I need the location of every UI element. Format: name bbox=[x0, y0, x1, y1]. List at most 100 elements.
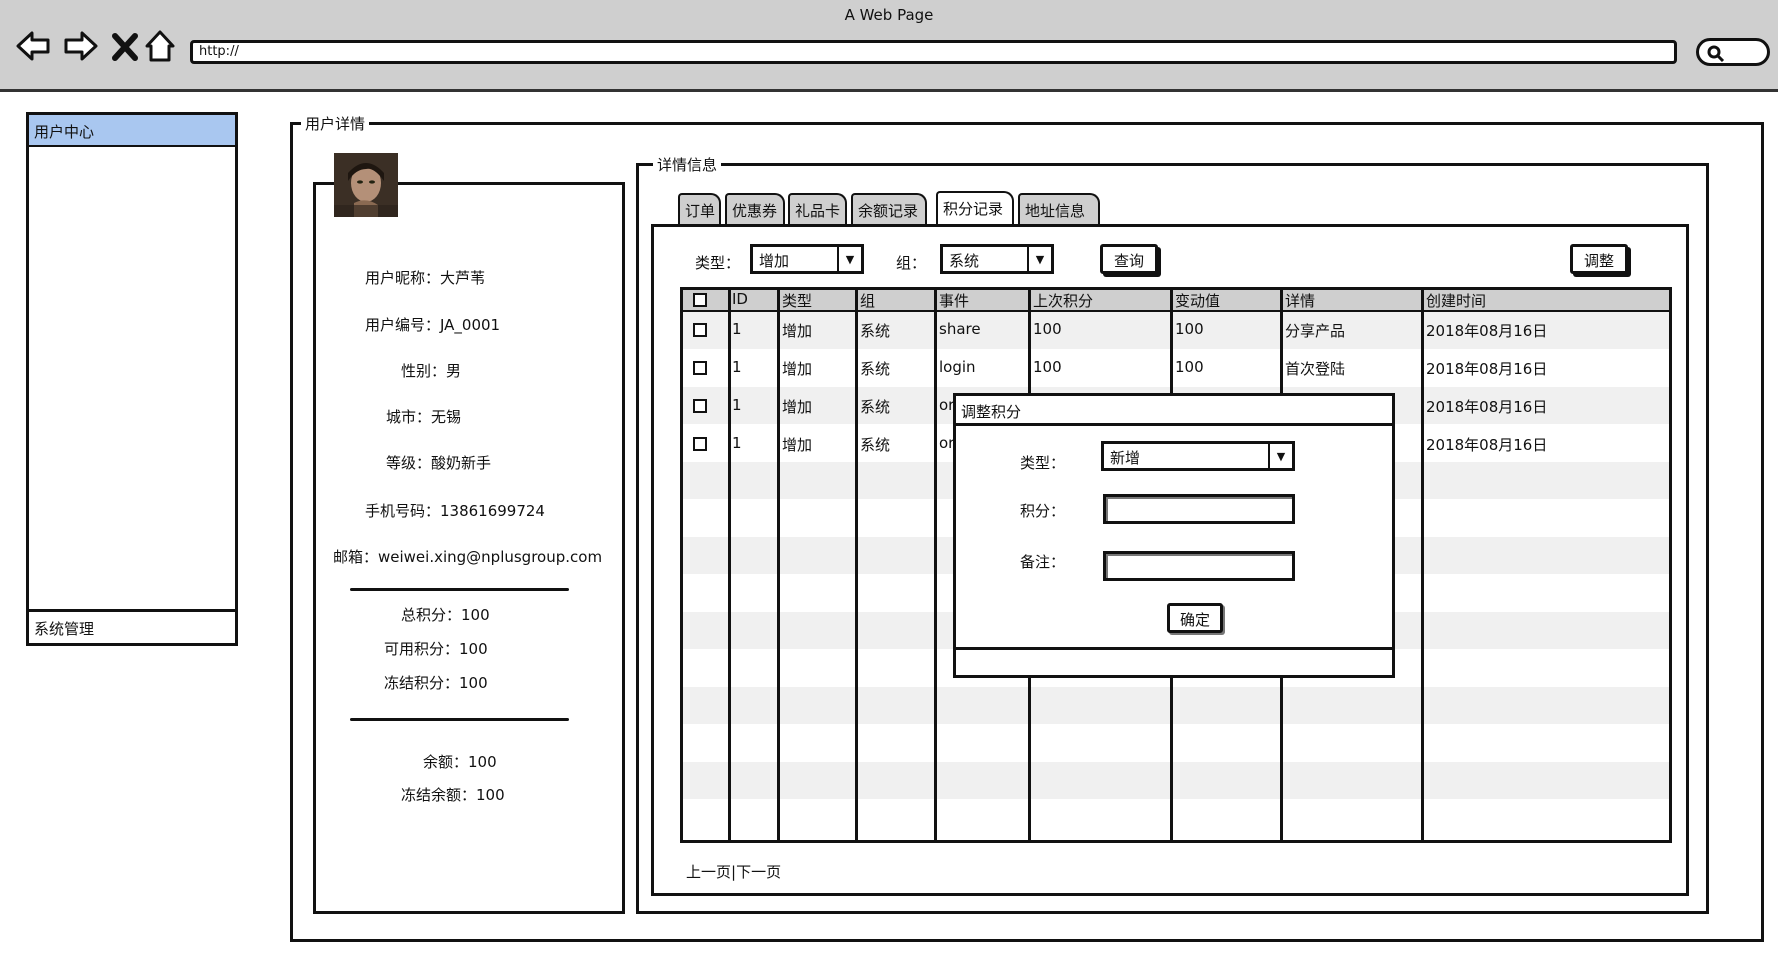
cell-created: 2018年08月16日 bbox=[1426, 360, 1548, 378]
cell-prev-points: 100 bbox=[1033, 320, 1062, 338]
column-header-type: 类型 bbox=[782, 292, 813, 310]
profile-frozen-points: 冻结积分：100 bbox=[384, 674, 488, 692]
dialog-note-input[interactable] bbox=[1103, 551, 1295, 581]
dialog-points-label: 积分： bbox=[1020, 502, 1066, 520]
chevron-down-icon: ▼ bbox=[1268, 444, 1292, 468]
sidebar-item-user-center[interactable]: 用户中心 bbox=[29, 115, 235, 147]
profile-level: 等级：酸奶新手 bbox=[386, 454, 492, 472]
window-title: A Web Page bbox=[844, 6, 934, 24]
group-filter-value: 系统 bbox=[949, 252, 980, 270]
column-header-created: 创建时间 bbox=[1426, 292, 1487, 310]
select-all-checkbox[interactable] bbox=[693, 293, 707, 307]
dialog-footer bbox=[956, 647, 1392, 675]
tab-balance-records[interactable]: 余额记录 bbox=[851, 193, 927, 225]
group-filter-select[interactable]: 系统 ▼ bbox=[940, 244, 1054, 274]
dialog-points-input[interactable] bbox=[1103, 494, 1295, 524]
profile-frozen-balance: 冻结余额：100 bbox=[401, 786, 505, 804]
profile-total-points: 总积分：100 bbox=[401, 606, 490, 624]
cell-detail: 首次登陆 bbox=[1285, 360, 1346, 378]
column-header-id: ID bbox=[732, 290, 748, 308]
column-divider bbox=[934, 290, 937, 840]
column-header-group: 组 bbox=[860, 292, 876, 310]
cell-id: 1 bbox=[732, 320, 742, 338]
tab-coupons[interactable]: 优惠券 bbox=[725, 193, 785, 225]
dialog-type-value: 新增 bbox=[1110, 449, 1141, 467]
profile-email: 邮箱：weiwei.xing@nplusgroup.com bbox=[333, 548, 603, 566]
profile-phone: 手机号码：13861699724 bbox=[365, 502, 545, 520]
profile-user-id: 用户编号：JA_0001 bbox=[365, 316, 501, 334]
profile-balance: 余额：100 bbox=[423, 753, 497, 771]
cell-event: share bbox=[939, 320, 981, 338]
query-button[interactable]: 查询 bbox=[1100, 244, 1158, 274]
column-divider bbox=[1421, 290, 1424, 840]
cell-group: 系统 bbox=[860, 436, 891, 454]
dialog-type-select[interactable]: 新增 ▼ bbox=[1101, 441, 1295, 471]
user-detail-legend: 用户详情 bbox=[301, 113, 370, 134]
cell-prev-points: 100 bbox=[1033, 358, 1062, 376]
confirm-button[interactable]: 确定 bbox=[1167, 603, 1223, 633]
browser-search-field[interactable] bbox=[1696, 38, 1770, 66]
column-header-event: 事件 bbox=[939, 292, 970, 310]
url-bar[interactable]: http:// bbox=[190, 40, 1677, 64]
cell-type: 增加 bbox=[782, 322, 813, 340]
chevron-down-icon: ▼ bbox=[837, 247, 861, 271]
cell-id: 1 bbox=[732, 358, 742, 376]
column-header-change: 变动值 bbox=[1175, 292, 1221, 310]
avatar bbox=[334, 153, 398, 217]
tab-orders[interactable]: 订单 bbox=[678, 193, 721, 225]
dialog-note-label: 备注： bbox=[1020, 553, 1066, 571]
cell-group: 系统 bbox=[860, 360, 891, 378]
cell-detail: 分享产品 bbox=[1285, 322, 1346, 340]
cell-created: 2018年08月16日 bbox=[1426, 398, 1548, 416]
profile-city: 城市：无锡 bbox=[386, 408, 462, 426]
dialog-type-label: 类型： bbox=[1020, 454, 1066, 472]
cell-group: 系统 bbox=[860, 322, 891, 340]
browser-chrome: A Web Page http:// bbox=[0, 0, 1778, 92]
row-checkbox[interactable] bbox=[693, 323, 707, 337]
tab-points-records[interactable]: 积分记录 bbox=[936, 191, 1014, 225]
home-icon[interactable] bbox=[143, 26, 183, 66]
details-legend: 详情信息 bbox=[653, 154, 722, 175]
search-icon bbox=[1707, 45, 1725, 63]
tab-address-info[interactable]: 地址信息 bbox=[1018, 193, 1100, 225]
cell-created: 2018年08月16日 bbox=[1426, 436, 1548, 454]
column-divider bbox=[728, 290, 731, 840]
row-checkbox[interactable] bbox=[693, 361, 707, 375]
column-header-prev-points: 上次积分 bbox=[1033, 292, 1094, 310]
type-filter-select[interactable]: 增加 ▼ bbox=[750, 244, 864, 274]
adjust-button[interactable]: 调整 bbox=[1570, 244, 1628, 274]
chevron-down-icon: ▼ bbox=[1027, 247, 1051, 271]
row-checkbox[interactable] bbox=[693, 437, 707, 451]
profile-available-points: 可用积分：100 bbox=[384, 640, 488, 658]
prev-page-link[interactable]: 上一页 bbox=[686, 863, 731, 881]
cell-change: 100 bbox=[1175, 320, 1204, 338]
type-filter-label: 类型： bbox=[695, 254, 741, 272]
column-header-detail: 详情 bbox=[1285, 292, 1316, 310]
sidebar: 用户中心 系统管理 bbox=[26, 112, 238, 646]
profile-divider bbox=[350, 718, 569, 721]
profile-gender: 性别：男 bbox=[401, 362, 462, 380]
column-divider bbox=[777, 290, 780, 840]
cell-type: 增加 bbox=[782, 436, 813, 454]
cell-id: 1 bbox=[732, 396, 742, 414]
profile-nickname: 用户昵称：大芦苇 bbox=[365, 269, 486, 287]
pagination: 上一页|下一页 bbox=[686, 861, 781, 882]
sidebar-item-system-management[interactable]: 系统管理 bbox=[29, 609, 235, 643]
cell-change: 100 bbox=[1175, 358, 1204, 376]
tab-gift-cards[interactable]: 礼品卡 bbox=[788, 193, 847, 225]
profile-divider bbox=[350, 588, 569, 591]
cell-type: 增加 bbox=[782, 398, 813, 416]
next-page-link[interactable]: 下一页 bbox=[736, 863, 781, 881]
back-arrow-icon[interactable] bbox=[14, 26, 54, 66]
forward-arrow-icon[interactable] bbox=[60, 26, 100, 66]
row-checkbox[interactable] bbox=[693, 399, 707, 413]
cell-type: 增加 bbox=[782, 360, 813, 378]
row-stripe bbox=[683, 762, 1669, 799]
cell-created: 2018年08月16日 bbox=[1426, 322, 1548, 340]
cell-group: 系统 bbox=[860, 398, 891, 416]
type-filter-value: 增加 bbox=[759, 252, 790, 270]
dialog-title: 调整积分 bbox=[956, 396, 1392, 426]
group-filter-label: 组： bbox=[896, 254, 927, 272]
row-stripe bbox=[683, 687, 1669, 724]
cell-id: 1 bbox=[732, 434, 742, 452]
